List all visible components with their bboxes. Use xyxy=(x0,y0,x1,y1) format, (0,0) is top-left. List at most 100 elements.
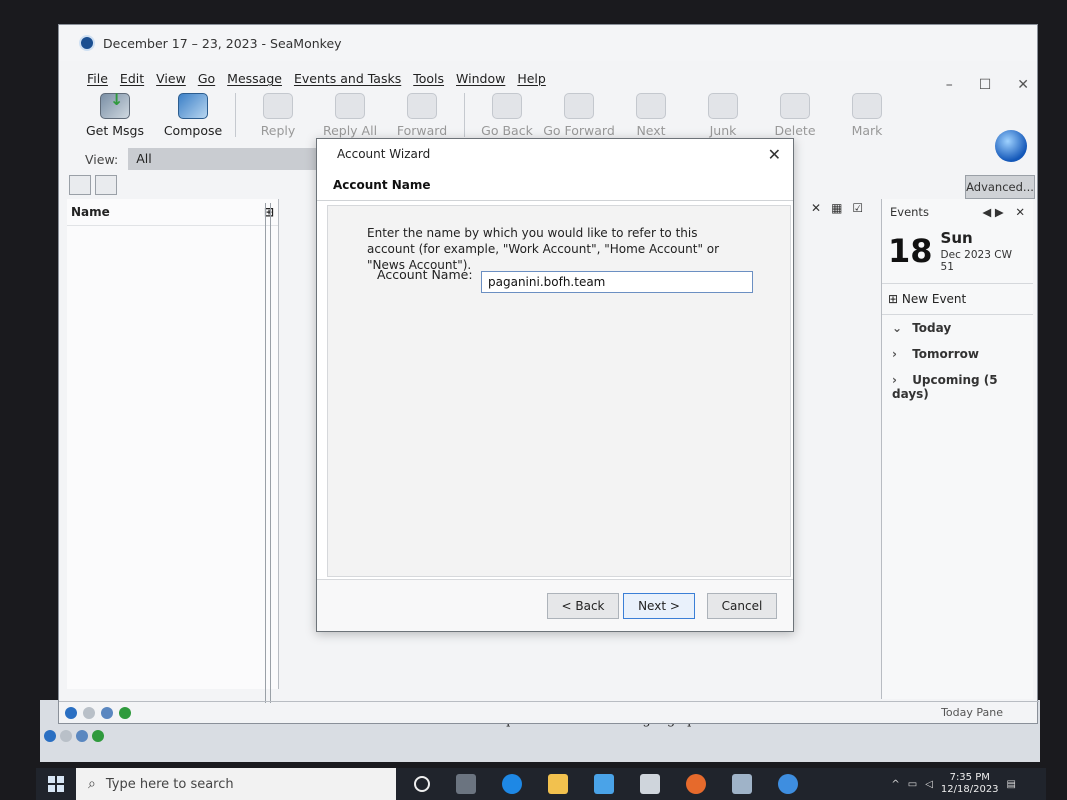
mail-folders-tab[interactable] xyxy=(69,175,91,195)
view-select[interactable]: All xyxy=(128,148,329,170)
go-forward-button[interactable]: Go Forward xyxy=(543,93,615,138)
advanced-search-button[interactable]: Advanced... xyxy=(965,175,1035,199)
clock-time: 7:35 PM xyxy=(949,772,990,783)
menu-go[interactable]: Go xyxy=(198,71,215,86)
window-controls: – ☐ ✕ xyxy=(946,77,1029,93)
new-event-label: New Event xyxy=(901,292,967,306)
toolbar-separator xyxy=(235,93,236,137)
mark-button[interactable]: Mark xyxy=(831,93,903,138)
agenda-label: Upcoming (5 days) xyxy=(892,373,998,401)
close-pane-icon[interactable]: ✕ xyxy=(1015,205,1025,219)
chevron-right-icon: › xyxy=(892,373,897,387)
menu-edit[interactable]: Edit xyxy=(120,71,144,86)
delete-icon xyxy=(780,93,810,119)
menu-help[interactable]: Help xyxy=(517,71,546,86)
menu-message[interactable]: Message xyxy=(227,71,282,86)
account-name-label: Account Name: xyxy=(377,267,473,282)
get-mail-icon xyxy=(100,90,130,119)
get-msgs-button[interactable]: Get Msgs xyxy=(79,90,151,138)
junk-button[interactable]: Junk xyxy=(687,93,759,138)
browser-icon[interactable] xyxy=(65,706,77,719)
close-search-icon[interactable]: ✕ xyxy=(811,201,821,215)
forward-button[interactable]: Forward xyxy=(386,93,458,138)
seamonkey-app-icon xyxy=(79,35,95,51)
file-explorer-icon[interactable] xyxy=(548,774,568,794)
pane-splitter[interactable] xyxy=(265,203,271,703)
menu-window[interactable]: Window xyxy=(456,71,505,86)
events-nav: ◀ ▶ ✕ xyxy=(982,205,1025,219)
folder-pane: Name ⊞ xyxy=(67,199,279,689)
start-button[interactable] xyxy=(36,768,76,800)
new-event-button[interactable]: ⊞ New Event xyxy=(882,283,1033,315)
junk-icon xyxy=(708,93,738,119)
next-icon[interactable]: ▶ xyxy=(995,205,1004,219)
title-bar: December 17 – 23, 2023 - SeaMonkey xyxy=(59,25,1037,61)
go-back-label: Go Back xyxy=(481,123,533,138)
agenda-today[interactable]: ⌄ Today xyxy=(882,315,1033,341)
firefox-icon[interactable] xyxy=(686,774,706,794)
window-title: December 17 – 23, 2023 - SeaMonkey xyxy=(103,35,342,51)
menu-tools[interactable]: Tools xyxy=(413,71,444,86)
back-arrow-icon xyxy=(492,93,522,119)
task-icon[interactable]: ☑ xyxy=(852,201,863,215)
folder-tab[interactable] xyxy=(95,175,117,195)
edge-icon[interactable] xyxy=(502,774,522,794)
account-wizard-dialog: Account Wizard ✕ Account Name Enter the … xyxy=(316,138,794,632)
close-button[interactable]: ✕ xyxy=(1017,77,1029,93)
menu-file[interactable]: File xyxy=(87,71,108,86)
menu-view[interactable]: View xyxy=(156,71,186,86)
account-name-input[interactable] xyxy=(481,271,753,293)
delete-button[interactable]: Delete xyxy=(759,93,831,138)
dialog-close-icon[interactable]: ✕ xyxy=(768,145,781,164)
junk-label: Junk xyxy=(709,123,737,138)
agenda-label: Today xyxy=(912,321,952,335)
folder-column-header[interactable]: Name ⊞ xyxy=(67,199,278,226)
reply-all-button[interactable]: Reply All xyxy=(314,93,386,138)
events-header: Events ◀ ▶ ✕ xyxy=(882,199,1033,225)
dialog-description: Enter the name by which you would like t… xyxy=(367,226,720,272)
toolbar-separator xyxy=(464,93,465,137)
notification-icon[interactable]: ▤ xyxy=(1007,779,1016,790)
go-back-button[interactable]: Go Back xyxy=(471,93,543,138)
mail-app-icon[interactable] xyxy=(640,774,660,794)
taskbar-search[interactable]: ⌕ Type here to search xyxy=(76,768,396,800)
dialog-title: Account Wizard xyxy=(337,147,431,161)
reply-all-icon xyxy=(335,93,365,119)
address-book-icon[interactable] xyxy=(119,706,131,719)
month-week-line: Dec 2023 CW 51 xyxy=(941,249,1027,273)
compose-icon xyxy=(178,93,208,119)
utility-app-icon[interactable] xyxy=(732,774,752,794)
seamonkey-taskbar-icon[interactable] xyxy=(778,774,798,794)
search-icon: ⌕ xyxy=(88,776,96,792)
task-view-icon[interactable] xyxy=(414,776,430,792)
cancel-button[interactable]: Cancel xyxy=(707,593,777,619)
next-button[interactable]: Next > xyxy=(623,593,695,619)
reply-button[interactable]: Reply xyxy=(242,93,314,138)
network-icon[interactable]: ▭ xyxy=(908,779,917,790)
store-icon[interactable] xyxy=(594,774,614,794)
new-event-icon: ⊞ xyxy=(888,292,902,306)
agenda-upcoming[interactable]: › Upcoming (5 days) xyxy=(882,367,1033,407)
composer-icon[interactable] xyxy=(101,706,113,719)
composer-icon xyxy=(76,730,88,742)
next-button[interactable]: Next xyxy=(615,93,687,138)
chevron-up-icon[interactable]: ^ xyxy=(891,779,899,790)
system-tray: ^ ▭ ◁ 7:35 PM 12/18/2023 ▤ xyxy=(891,768,1016,800)
forward-label: Forward xyxy=(396,123,448,138)
mail-icon[interactable] xyxy=(83,706,95,719)
back-button[interactable]: < Back xyxy=(547,593,619,619)
windows-logo-icon xyxy=(48,776,64,792)
multitask-icon[interactable] xyxy=(456,774,476,794)
minimize-button[interactable]: – xyxy=(946,77,953,93)
compose-button[interactable]: Compose xyxy=(157,93,229,138)
address-book-icon xyxy=(92,730,104,742)
maximize-button[interactable]: ☐ xyxy=(979,77,992,93)
today-pane-toggle[interactable]: Today Pane xyxy=(941,706,1003,719)
clock[interactable]: 7:35 PM 12/18/2023 xyxy=(941,772,999,796)
previous-icon[interactable]: ◀ xyxy=(982,205,991,219)
calendar-icon[interactable]: ▦ xyxy=(831,201,842,215)
menu-events-tasks[interactable]: Events and Tasks xyxy=(294,71,401,86)
today-pane: Events ◀ ▶ ✕ 18 Sun Dec 2023 CW 51 ⊞ New… xyxy=(881,199,1033,699)
volume-icon[interactable]: ◁ xyxy=(925,779,933,790)
agenda-tomorrow[interactable]: › Tomorrow xyxy=(882,341,1033,367)
